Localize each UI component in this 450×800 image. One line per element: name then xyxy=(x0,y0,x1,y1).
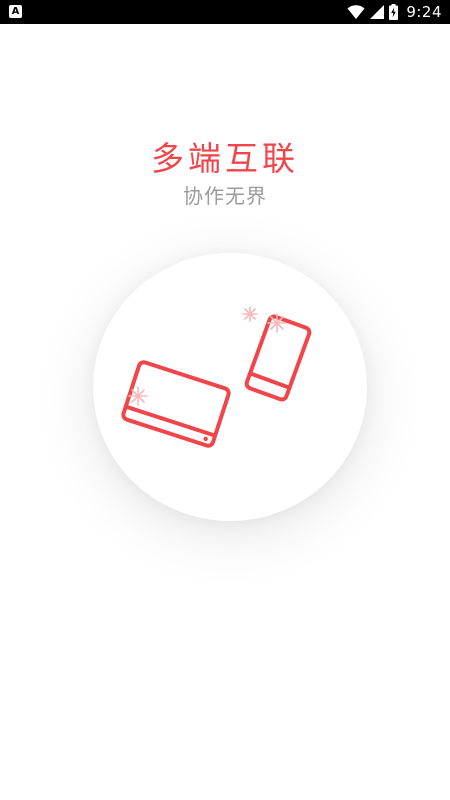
cellular-signal-icon xyxy=(370,5,385,19)
battery-charging-icon xyxy=(389,4,399,20)
status-time: 9:24 xyxy=(406,3,442,21)
onboarding-screen: A 9:24 多端互联 协作无界 xyxy=(0,0,450,800)
status-bar: A 9:24 xyxy=(0,0,450,24)
wifi-icon xyxy=(347,5,365,19)
notification-app-icon: A xyxy=(9,5,22,18)
onboarding-title: 多端互联 xyxy=(151,139,299,178)
status-bar-right: 9:24 xyxy=(347,0,442,24)
phone-icon xyxy=(244,314,312,402)
tablet-phone-connect-icon xyxy=(121,306,312,448)
onboarding-subtitle: 协作无界 xyxy=(183,184,267,208)
